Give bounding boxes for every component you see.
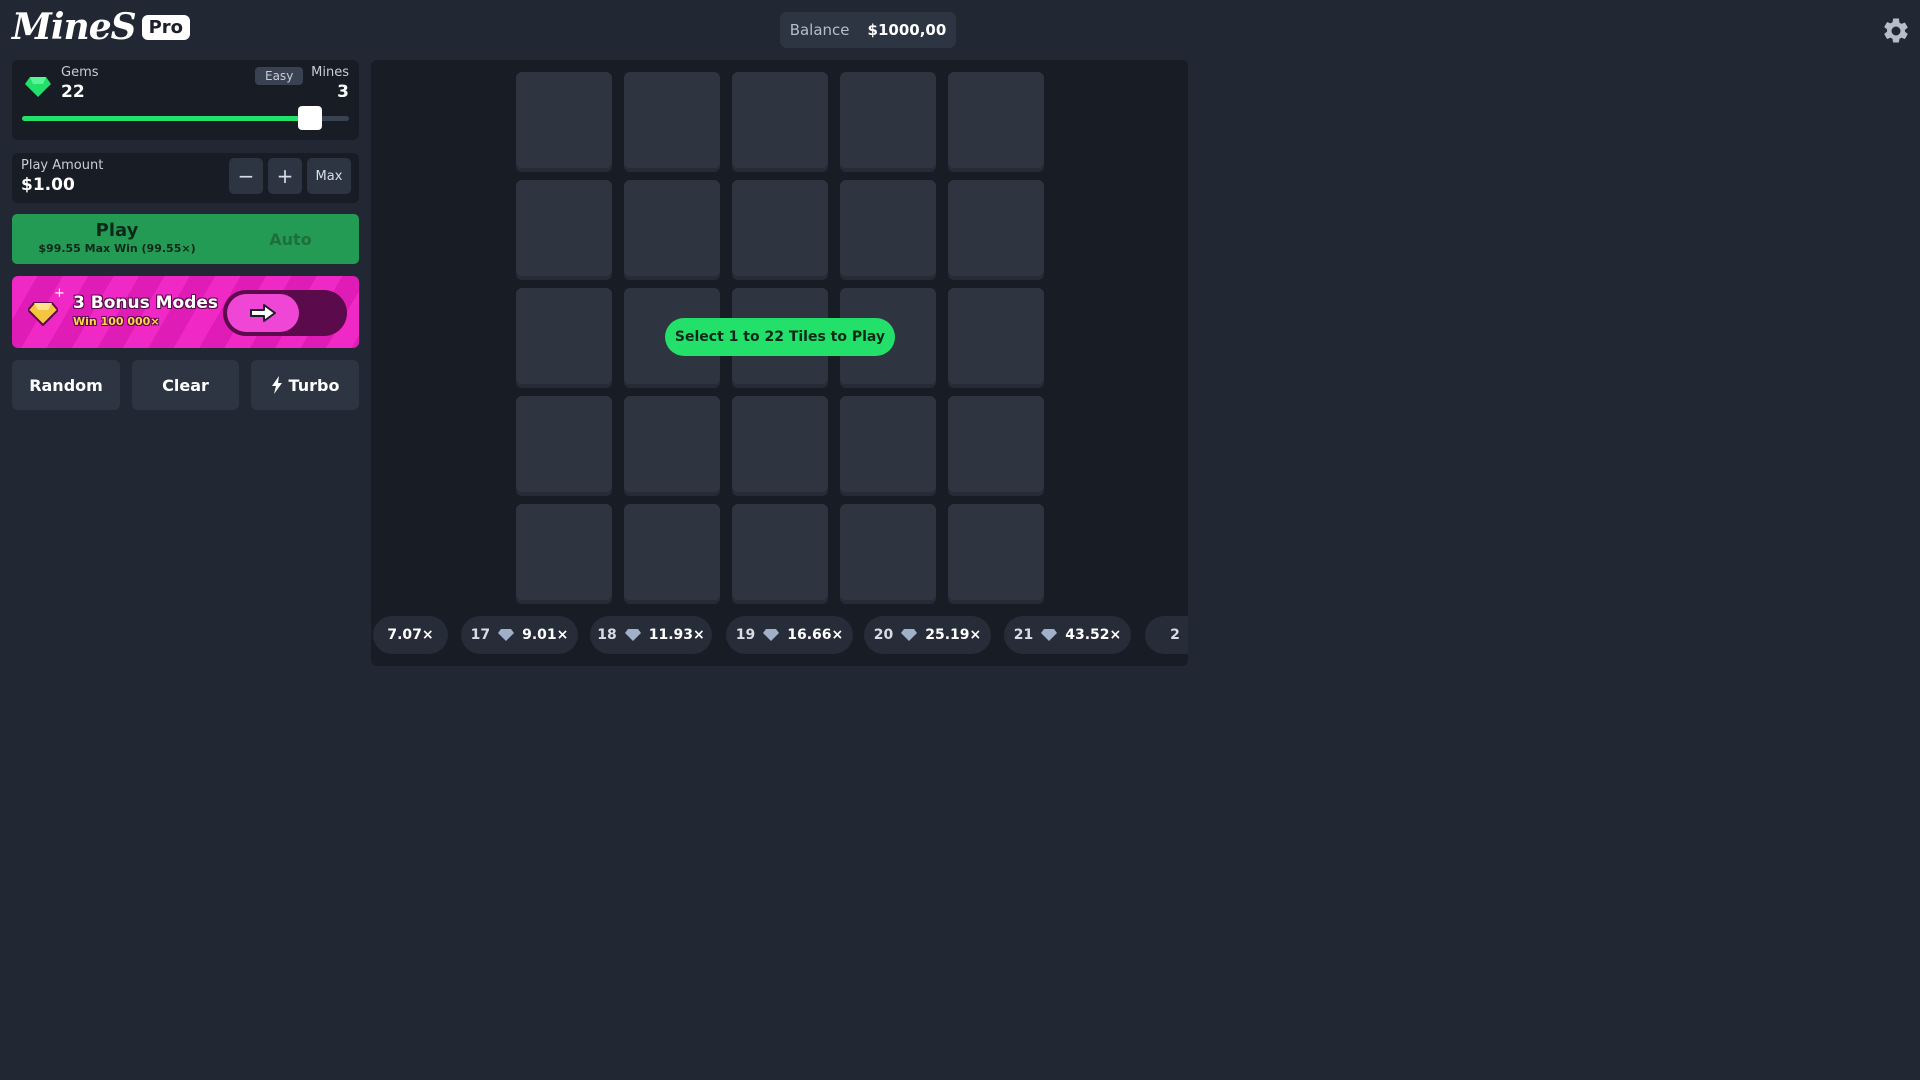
mine-tile[interactable] (948, 180, 1044, 276)
logo: MineS Pro (12, 6, 191, 48)
mines-label: Mines (311, 65, 349, 80)
multiplier-pill: 7.07× (373, 616, 448, 654)
multiplier-gem-count: 18 (597, 627, 617, 643)
multiplier-pill: 19 16.66× (726, 616, 853, 654)
balance-display: Balance $1000,00 (780, 12, 956, 48)
sparkle-icon: + (54, 286, 65, 301)
mine-tile[interactable] (516, 180, 612, 276)
slider-fill (22, 116, 310, 121)
gear-icon[interactable] (1881, 16, 1911, 46)
play-amount-value[interactable]: $1.00 (21, 175, 75, 195)
random-button-label: Random (29, 375, 103, 395)
multiplier-pill: 20 25.19× (864, 616, 991, 654)
mine-tile[interactable] (840, 72, 936, 168)
mine-tile[interactable] (516, 288, 612, 384)
arrow-right-icon (250, 304, 276, 322)
multiplier-gem-count: 2 (1170, 627, 1180, 643)
gems-slider[interactable] (22, 106, 349, 130)
multiplier-gem-count: 20 (873, 627, 894, 643)
mine-tile[interactable] (948, 288, 1044, 384)
mine-tile[interactable] (948, 504, 1044, 600)
multiplier-value: 7.07× (387, 627, 434, 643)
difficulty-badge[interactable]: Easy (255, 67, 304, 85)
mines-value: 3 (337, 82, 349, 102)
multiplier-strip: 7.07× 17 9.01× 18 11.93× 19 16.66× 20 25.19× 21 43… (371, 616, 1188, 654)
bonus-subtitle: Win 100 000× (73, 315, 160, 328)
multiplier-value: 9.01× (522, 627, 569, 643)
lightning-icon (271, 376, 282, 394)
balance-label: Balance (789, 21, 850, 39)
mine-tile[interactable] (732, 180, 828, 276)
mine-tile[interactable] (624, 396, 720, 492)
bonus-toggle[interactable] (223, 290, 347, 336)
multiplier-gem-count: 21 (1013, 627, 1034, 643)
mine-tile[interactable] (840, 504, 936, 600)
random-button[interactable]: Random (12, 360, 120, 410)
play-amount-card: Play Amount $1.00 − + Max (12, 153, 359, 203)
multiplier-pill: 21 43.52× (1004, 616, 1131, 654)
multiplier-value: 11.93× (648, 627, 705, 643)
mine-tile[interactable] (624, 504, 720, 600)
bonus-toggle-knob[interactable] (227, 294, 299, 332)
multiplier-gem-count: 19 (735, 627, 756, 643)
slider-thumb[interactable] (297, 106, 322, 130)
play-button-label: Play (95, 220, 139, 241)
mine-tile[interactable] (516, 72, 612, 168)
mine-tile[interactable] (948, 72, 1044, 168)
gold-gem-icon (28, 302, 58, 326)
multiplier-value: 25.19× (925, 627, 982, 643)
mine-tile[interactable] (516, 396, 612, 492)
mine-tile[interactable] (732, 72, 828, 168)
multiplier-pill: 18 11.93× (590, 616, 712, 654)
bonus-title: 3 Bonus Modes (73, 293, 219, 313)
multiplier-value: 43.52× (1065, 627, 1122, 643)
play-auto-control: Play $99.55 Max Win (99.55×) Auto (12, 214, 359, 264)
max-amount-button[interactable]: Max (307, 158, 351, 194)
gems-mines-card: Gems 22 Easy Mines 3 (12, 60, 359, 140)
multiplier-value: 16.66× (787, 627, 844, 643)
mine-tile[interactable] (732, 396, 828, 492)
mine-tile[interactable] (840, 180, 936, 276)
multiplier-pill: 17 9.01× (461, 616, 578, 654)
multiplier-pill: 2 (1145, 616, 1188, 654)
logo-text: MineS (12, 6, 137, 48)
play-max-win-label: $99.55 Max Win (99.55×) (38, 242, 196, 255)
turbo-button[interactable]: Turbo (251, 360, 359, 410)
gems-label: Gems (61, 65, 99, 80)
gems-value: 22 (61, 82, 85, 102)
gem-icon (624, 629, 641, 641)
multiplier-gem-count: 17 (470, 627, 491, 643)
play-amount-label: Play Amount (21, 158, 104, 173)
mine-tile[interactable] (624, 180, 720, 276)
gem-icon (498, 629, 515, 641)
turbo-button-label: Turbo (288, 375, 340, 395)
logo-pro-badge: Pro (141, 14, 191, 40)
gem-icon (763, 629, 780, 641)
gem-icon (901, 629, 918, 641)
play-button[interactable]: Play $99.55 Max Win (99.55×) (12, 214, 222, 264)
gem-icon (1041, 629, 1058, 641)
balance-value: $1000,00 (867, 21, 947, 39)
mine-tile[interactable] (948, 396, 1044, 492)
decrease-amount-button[interactable]: − (229, 158, 263, 194)
mine-tile[interactable] (732, 504, 828, 600)
clear-button[interactable]: Clear (132, 360, 239, 410)
gem-icon (25, 77, 51, 97)
mine-tile[interactable] (624, 72, 720, 168)
increase-amount-button[interactable]: + (268, 158, 302, 194)
bonus-modes-banner[interactable]: + 3 Bonus Modes Win 100 000× (12, 276, 359, 348)
mine-tile[interactable] (840, 396, 936, 492)
auto-button[interactable]: Auto (222, 214, 359, 264)
mine-tile[interactable] (516, 504, 612, 600)
game-board: Select 1 to 22 Tiles to Play 7.07× 17 9.01… (371, 60, 1188, 666)
clear-button-label: Clear (162, 375, 209, 395)
select-tiles-hint: Select 1 to 22 Tiles to Play (665, 318, 895, 356)
